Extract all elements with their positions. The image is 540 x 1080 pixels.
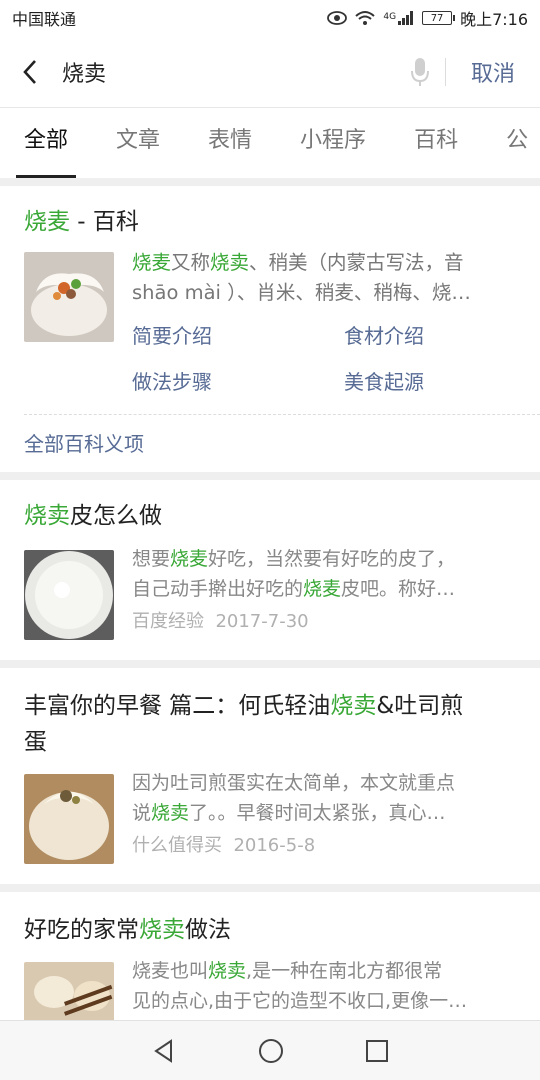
- text: 自己动手擀出好吃的: [132, 578, 304, 600]
- source-label: 百度经验: [132, 611, 204, 632]
- text-1: 又称: [171, 251, 211, 274]
- link-ingredients[interactable]: 食材介绍: [344, 320, 424, 349]
- text: 皮吧。称好…: [341, 578, 456, 600]
- section-gap: [0, 178, 540, 186]
- title-highlight: 烧卖: [24, 503, 70, 529]
- result-item[interactable]: 好吃的家常烧卖做法 烧麦也叫烧卖,是一种在南北方都很常 见的点心,由于它的造型不…: [0, 892, 540, 1020]
- text: 烧麦也叫: [132, 960, 209, 982]
- text: 说: [132, 802, 152, 824]
- hl-2: 烧卖: [210, 251, 250, 274]
- title-text: 做法: [185, 917, 231, 943]
- snippet-line-2: 见的点心,由于它的造型不收口,更像一…: [132, 990, 468, 1012]
- highlight: 烧麦: [170, 548, 209, 570]
- dashed-divider: [24, 414, 540, 415]
- carrier-label: 中国联通: [12, 10, 77, 29]
- signal-icon: [398, 11, 414, 25]
- snippet-line-1: 因为吐司煎蛋实在太简单，本文就重点: [132, 772, 456, 794]
- title-highlight: 烧麦: [24, 209, 70, 235]
- highlight: 烧卖: [208, 960, 247, 982]
- snippet-line-2: 说烧卖了。。早餐时间太紧张，真心…: [132, 798, 522, 828]
- date-label: 2017-7-30: [215, 611, 309, 632]
- text: ,是一种在南北方都很常: [246, 960, 443, 982]
- back-triangle-icon[interactable]: [151, 1038, 177, 1064]
- title-highlight: 烧卖: [330, 693, 377, 719]
- encyclopedia-snippet: 烧麦又称烧卖、稍美（内蒙古写法，音 shāo mài ）、肖米、稍麦、稍梅、烧…: [132, 248, 522, 308]
- network-label: 4G: [383, 12, 397, 22]
- title-text: 好吃的家常: [24, 917, 139, 943]
- home-circle-icon[interactable]: [258, 1038, 284, 1064]
- result-snippet: 烧麦也叫烧卖,是一种在南北方都很常 见的点心,由于它的造型不收口,更像一…: [132, 956, 522, 1016]
- text: 想要: [132, 548, 171, 570]
- wifi-icon: [355, 11, 376, 25]
- result-snippet: 想要烧麦好吃，当然要有好吃的皮了， 自己动手擀出好吃的烧麦皮吧。称好…: [132, 544, 522, 604]
- source-label: 什么值得买: [132, 835, 222, 856]
- eye-icon: [327, 11, 348, 25]
- snippet-line-1: 烧麦也叫烧卖,是一种在南北方都很常: [132, 956, 522, 986]
- snippet-line-2: 自己动手擀出好吃的烧麦皮吧。称好…: [132, 574, 522, 604]
- link-origin[interactable]: 美食起源: [344, 366, 424, 395]
- date-label: 2016-5-8: [233, 835, 316, 856]
- hl-1: 烧麦: [132, 251, 172, 274]
- result-title[interactable]: 丰富你的早餐 篇二：何氏轻油烧卖&吐司煎 蛋: [24, 688, 524, 760]
- text: 了。。早餐时间太紧张，真心…: [189, 802, 446, 824]
- title-suffix: - 百科: [70, 209, 139, 235]
- tab-all[interactable]: 全部: [0, 108, 92, 178]
- link-brief-intro[interactable]: 简要介绍: [132, 320, 212, 349]
- shaomai-image: [24, 962, 114, 1020]
- recents-square-icon[interactable]: [365, 1039, 389, 1063]
- title-line-2: 蛋: [24, 729, 47, 755]
- text: 好吃，当然要有好吃的皮了，: [208, 548, 456, 570]
- clock: 晚上7:16: [460, 10, 528, 29]
- title-highlight: 烧卖: [139, 917, 185, 943]
- result-snippet: 因为吐司煎蛋实在太简单，本文就重点 说烧卖了。。早餐时间太紧张，真心…: [132, 768, 522, 828]
- section-gap: [0, 472, 540, 480]
- result-meta: 什么值得买 2016-5-8: [132, 832, 315, 860]
- search-bar: 烧卖 取消: [0, 36, 540, 108]
- battery-icon: 77: [422, 11, 456, 25]
- chevron-left-icon: [23, 59, 36, 84]
- dough-image: [24, 550, 114, 640]
- text-2: 、稍美（内蒙古写法，音: [249, 251, 464, 274]
- snippet-line-1: 烧麦又称烧卖、稍美（内蒙古写法，音: [132, 248, 522, 278]
- encyclopedia-title[interactable]: 烧麦 - 百科: [24, 206, 139, 238]
- section-gap: [0, 660, 540, 668]
- tab-stickers[interactable]: 表情: [184, 108, 276, 178]
- result-title[interactable]: 烧卖皮怎么做: [24, 500, 162, 532]
- tab-articles[interactable]: 文章: [92, 108, 184, 178]
- status-bar: 中国联通 4G 77 晚上7:16: [0, 0, 540, 36]
- highlight: 烧卖: [151, 802, 190, 824]
- link-steps[interactable]: 做法步骤: [132, 366, 212, 395]
- title-line-1: 丰富你的早餐 篇二：何氏轻油烧卖&吐司煎: [24, 688, 524, 724]
- result-item[interactable]: 丰富你的早餐 篇二：何氏轻油烧卖&吐司煎 蛋 因为吐司煎蛋实在太简单，本文就重点…: [0, 668, 540, 878]
- back-button[interactable]: [0, 36, 60, 108]
- shaomai-image: [24, 774, 114, 864]
- shaomai-image: [24, 252, 114, 342]
- category-tabs: 全部 文章 表情 小程序 百科 公: [0, 108, 540, 178]
- snippet-line-1: 想要烧麦好吃，当然要有好吃的皮了，: [132, 544, 522, 574]
- result-title[interactable]: 好吃的家常烧卖做法: [24, 914, 231, 946]
- highlight: 烧麦: [303, 578, 342, 600]
- search-input[interactable]: 烧卖: [60, 56, 395, 88]
- cancel-button[interactable]: 取消: [446, 56, 540, 88]
- battery-level: 77: [430, 12, 444, 24]
- title-text: 皮怎么做: [70, 503, 162, 529]
- link-all-entries[interactable]: 全部百科义项: [24, 428, 144, 457]
- result-meta: 百度经验 2017-7-30: [132, 608, 309, 636]
- title-text: 丰富你的早餐 篇二：何氏轻油: [24, 693, 331, 719]
- tab-encyclopedia[interactable]: 百科: [390, 108, 482, 178]
- system-nav-bar: [0, 1020, 540, 1080]
- encyclopedia-card[interactable]: 烧麦 - 百科 烧麦又称烧卖、稍美（内蒙古写法，音 shāo mài ）、肖米、…: [0, 186, 540, 466]
- tab-mini-programs[interactable]: 小程序: [276, 108, 390, 178]
- title-text: &吐司煎: [376, 693, 464, 719]
- microphone-icon: [411, 57, 429, 86]
- result-item[interactable]: 烧卖皮怎么做 想要烧麦好吃，当然要有好吃的皮了， 自己动手擀出好吃的烧麦皮吧。称…: [0, 480, 540, 656]
- status-icons: 4G 77 晚上7:16: [327, 6, 528, 30]
- snippet-line-2: shāo mài ）、肖米、稍麦、稍梅、烧…: [132, 281, 471, 304]
- tab-accounts[interactable]: 公: [482, 108, 540, 178]
- voice-button[interactable]: [395, 36, 445, 108]
- section-gap: [0, 884, 540, 892]
